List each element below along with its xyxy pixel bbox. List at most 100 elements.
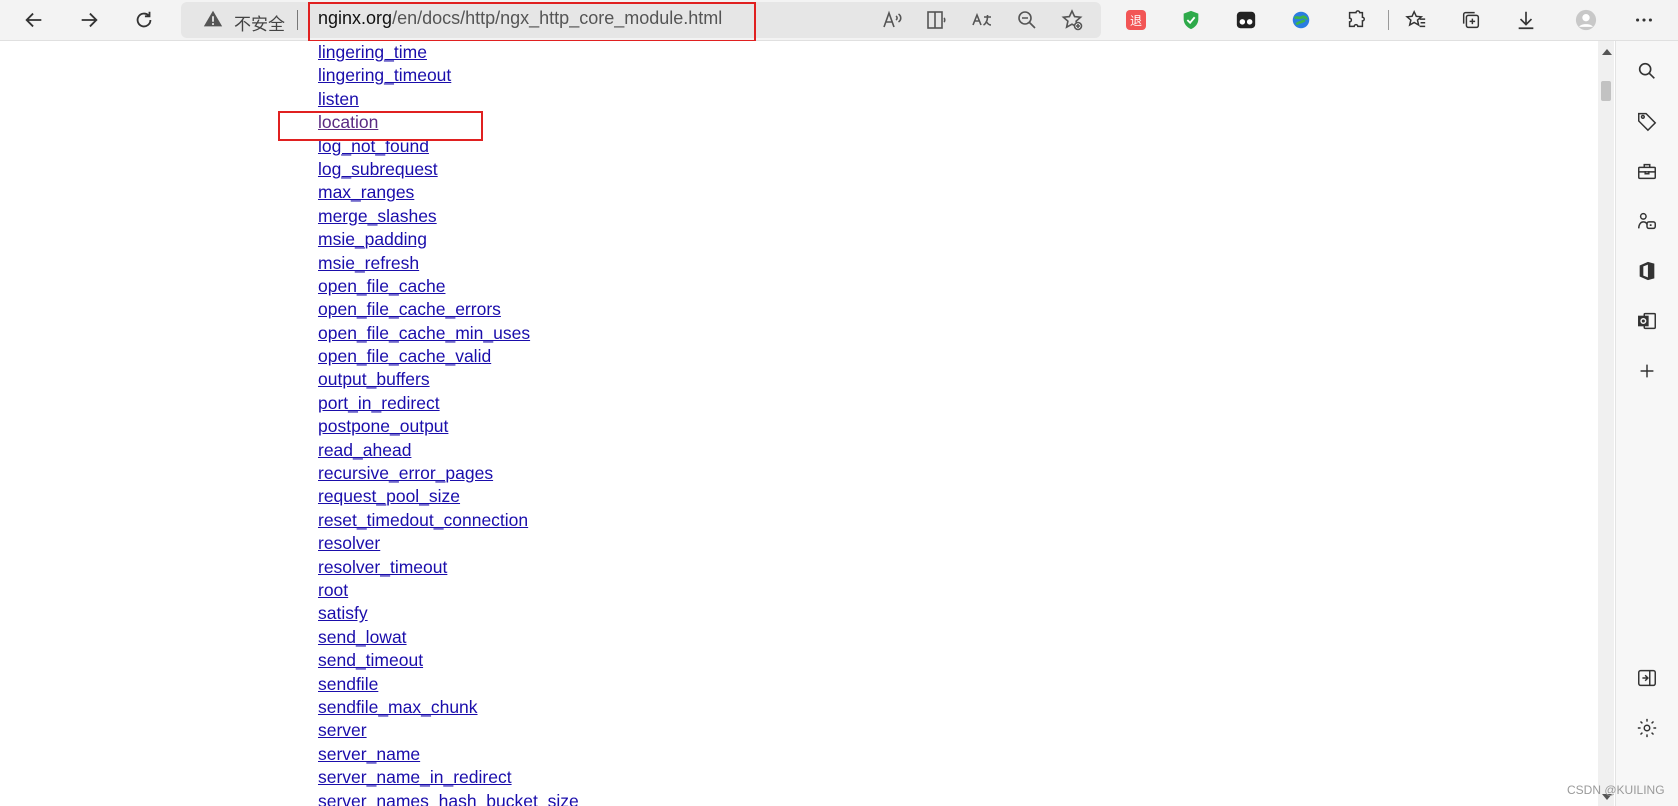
sidebar-search-icon[interactable] — [1632, 56, 1662, 86]
directive-link-server-name[interactable]: server_name — [318, 744, 420, 764]
directive-link-open-file-cache-min-uses[interactable]: open_file_cache_min_uses — [318, 323, 530, 343]
directive-list-item: merge_slashes — [318, 205, 579, 228]
directive-link-open-file-cache-errors[interactable]: open_file_cache_errors — [318, 299, 501, 319]
directive-list-item: lingering_timeout — [318, 64, 579, 87]
directive-list-item: open_file_cache — [318, 275, 579, 298]
sidebar-add-icon[interactable] — [1632, 356, 1662, 386]
directive-list-item: resolver — [318, 532, 579, 555]
refresh-icon[interactable] — [128, 4, 160, 36]
edge-sidebar — [1615, 41, 1678, 806]
directive-list-item: send_lowat — [318, 626, 579, 649]
sidebar-outlook-icon[interactable] — [1632, 306, 1662, 336]
directive-link-satisfy[interactable]: satisfy — [318, 603, 368, 623]
directive-link-listen[interactable]: listen — [318, 89, 359, 109]
directive-link-server-name-in-redirect[interactable]: server_name_in_redirect — [318, 767, 512, 787]
add-favorite-icon[interactable] — [1060, 8, 1084, 32]
directive-list-item: sendfile_max_chunk — [318, 696, 579, 719]
warning-icon[interactable] — [202, 8, 224, 30]
sidebar-toolbox-icon[interactable] — [1632, 156, 1662, 186]
directive-list-item: open_file_cache_errors — [318, 298, 579, 321]
zoom-out-icon[interactable] — [1015, 8, 1039, 32]
sidebar-collapse-icon[interactable] — [1632, 663, 1662, 693]
directive-list-item: reset_timedout_connection — [318, 509, 579, 532]
directive-list-item: max_ranges — [318, 181, 579, 204]
directive-link-server[interactable]: server — [318, 720, 367, 740]
directive-link-send-timeout[interactable]: send_timeout — [318, 650, 423, 670]
profile-icon[interactable] — [1570, 4, 1602, 36]
more-icon[interactable] — [1628, 4, 1660, 36]
directive-link-merge-slashes[interactable]: merge_slashes — [318, 206, 437, 226]
favorites-icon[interactable] — [1400, 4, 1432, 36]
sidebar-tag-icon[interactable] — [1632, 106, 1662, 136]
page-content: lingering_time lingering_timeout listen loc… — [0, 41, 1598, 806]
directive-list-item: lingering_time — [318, 41, 579, 64]
directive-link-root[interactable]: root — [318, 580, 348, 600]
directive-link-port-in-redirect[interactable]: port_in_redirect — [318, 393, 440, 413]
puzzle-icon[interactable] — [1340, 4, 1372, 36]
directive-link-reset-timedout-connection[interactable]: reset_timedout_connection — [318, 510, 528, 530]
toolbar-divider — [1388, 10, 1389, 30]
directive-link-lingering-timeout[interactable]: lingering_timeout — [318, 65, 451, 85]
address-divider — [297, 10, 298, 30]
directive-link-postpone-output[interactable]: postpone_output — [318, 416, 448, 436]
directive-link-msie-refresh[interactable]: msie_refresh — [318, 253, 419, 273]
directive-list-item: recursive_error_pages — [318, 462, 579, 485]
directive-list-item: read_ahead — [318, 439, 579, 462]
vertical-scrollbar[interactable] — [1598, 41, 1614, 806]
directive-list-item: server_name — [318, 743, 579, 766]
location-highlight-box — [278, 111, 483, 141]
directive-link-send-lowat[interactable]: send_lowat — [318, 627, 407, 647]
tampermonkey-icon[interactable] — [1230, 4, 1262, 36]
read-aloud-icon[interactable] — [880, 8, 904, 32]
directive-link-resolver[interactable]: resolver — [318, 533, 380, 553]
directive-link-server-names-hash-bucket-size[interactable]: server_names_hash_bucket_size — [318, 791, 579, 806]
translate-icon[interactable] — [970, 8, 994, 32]
directive-list-item: server — [318, 719, 579, 742]
browser-toolbar: 不安全 nginx.org/en/docs/http/ngx_http_core… — [0, 0, 1678, 42]
directive-list-item: satisfy — [318, 602, 579, 625]
url-highlight-box — [308, 2, 756, 42]
scroll-up-arrow-icon[interactable] — [1602, 49, 1612, 55]
directive-list-item: server_name_in_redirect — [318, 766, 579, 789]
forward-arrow-icon[interactable] — [73, 4, 105, 36]
directive-list-item: open_file_cache_min_uses — [318, 322, 579, 345]
collections-icon[interactable] — [1455, 4, 1487, 36]
extension-badge-icon[interactable]: 退 — [1120, 4, 1152, 36]
directive-link-log-subrequest[interactable]: log_subrequest — [318, 159, 438, 179]
sidebar-games-icon[interactable] — [1632, 206, 1662, 236]
directive-list-item: request_pool_size — [318, 485, 579, 508]
directive-link-output-buffers[interactable]: output_buffers — [318, 369, 430, 389]
sidebar-office-icon[interactable] — [1632, 256, 1662, 286]
directive-link-open-file-cache-valid[interactable]: open_file_cache_valid — [318, 346, 491, 366]
shield-extension-icon[interactable] — [1175, 4, 1207, 36]
download-icon[interactable] — [1510, 4, 1542, 36]
directive-link-resolver-timeout[interactable]: resolver_timeout — [318, 557, 447, 577]
directive-link-request-pool-size[interactable]: request_pool_size — [318, 486, 460, 506]
sidebar-settings-icon[interactable] — [1632, 713, 1662, 743]
watermark: CSDN @KUILING — [1567, 783, 1665, 797]
back-arrow-icon[interactable] — [18, 4, 50, 36]
globe-extension-icon[interactable] — [1285, 4, 1317, 36]
immersive-reader-icon[interactable] — [925, 8, 949, 32]
directive-link-recursive-error-pages[interactable]: recursive_error_pages — [318, 463, 493, 483]
directive-list-item: send_timeout — [318, 649, 579, 672]
insecure-label[interactable]: 不安全 — [234, 10, 285, 35]
directive-link-max-ranges[interactable]: max_ranges — [318, 182, 414, 202]
directive-list-item: sendfile — [318, 673, 579, 696]
directive-list-item: root — [318, 579, 579, 602]
directive-list-item: output_buffers — [318, 368, 579, 391]
directive-list-item: postpone_output — [318, 415, 579, 438]
extension-badge: 退 — [1126, 10, 1146, 30]
directive-list-item: log_subrequest — [318, 158, 579, 181]
directive-link-msie-padding[interactable]: msie_padding — [318, 229, 427, 249]
directive-list-item: msie_padding — [318, 228, 579, 251]
directive-link-sendfile[interactable]: sendfile — [318, 674, 378, 694]
directive-link-sendfile-max-chunk[interactable]: sendfile_max_chunk — [318, 697, 478, 717]
directive-list-item: resolver_timeout — [318, 556, 579, 579]
directive-list: lingering_time lingering_timeout listen loc… — [318, 41, 579, 806]
directive-link-read-ahead[interactable]: read_ahead — [318, 440, 411, 460]
scroll-thumb[interactable] — [1601, 81, 1611, 101]
directive-link-lingering-time[interactable]: lingering_time — [318, 42, 427, 62]
directive-link-open-file-cache[interactable]: open_file_cache — [318, 276, 445, 296]
directive-list-item: server_names_hash_bucket_size — [318, 790, 579, 806]
